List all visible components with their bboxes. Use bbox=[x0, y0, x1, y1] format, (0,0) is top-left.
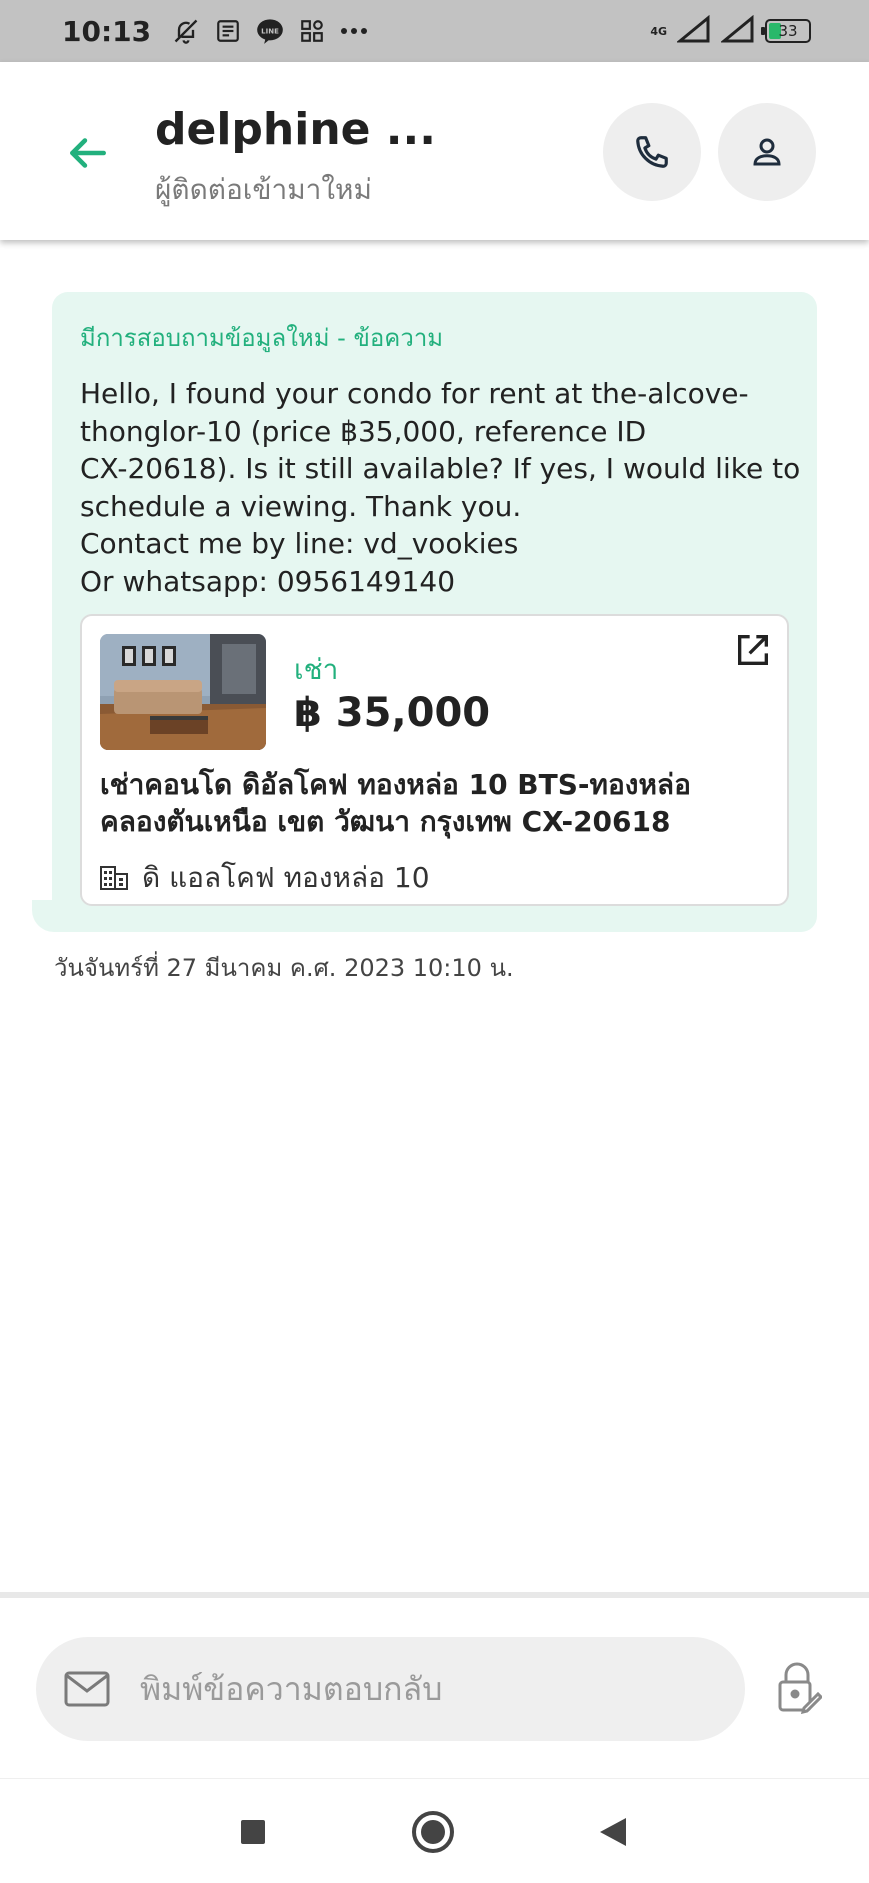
listing-project: ดิ แอลโคฟ ทองหล่อ 10 bbox=[100, 856, 430, 900]
lock-edit-button[interactable] bbox=[776, 1662, 824, 1715]
reply-input[interactable]: พิมพ์ข้อความตอบกลับ bbox=[36, 1637, 745, 1741]
listing-type: เช่า bbox=[294, 653, 339, 686]
message-timestamp: วันจันทร์ที่ 27 มีนาคม ค.ศ. 2023 10:10 น… bbox=[54, 954, 514, 982]
mail-icon bbox=[64, 1671, 110, 1707]
contact-name: delphine ... bbox=[155, 104, 436, 155]
status-bar-right: 4G 33 bbox=[650, 14, 811, 47]
more-icon bbox=[339, 16, 369, 46]
arrow-left-icon bbox=[70, 138, 106, 168]
reply-placeholder: พิมพ์ข้อความตอบกลับ bbox=[140, 1669, 443, 1708]
call-button[interactable] bbox=[603, 103, 701, 201]
signal-icon bbox=[675, 14, 711, 47]
line-icon: LINE bbox=[255, 16, 285, 46]
svg-text:LINE: LINE bbox=[261, 27, 279, 35]
home-circle-icon bbox=[412, 1811, 454, 1853]
message-text: Hello, I found your condo for rent at th… bbox=[80, 375, 801, 600]
person-icon bbox=[753, 138, 781, 166]
home-button[interactable] bbox=[410, 1809, 456, 1855]
network-type: 4G bbox=[650, 24, 667, 38]
battery-level: 33 bbox=[778, 22, 798, 40]
nav-back-button[interactable] bbox=[590, 1809, 636, 1855]
message-line: Or whatsapp: 0956149140 bbox=[80, 564, 456, 598]
status-bar-left: 10:13 LINE bbox=[62, 15, 369, 48]
status-bar: 10:13 LINE 4G 33 bbox=[0, 0, 869, 62]
profile-button[interactable] bbox=[718, 103, 816, 201]
message-line: schedule a viewing. Thank you. bbox=[80, 489, 522, 523]
message-line: Hello, I found your condo for rent at th… bbox=[80, 377, 749, 410]
triangle-back-icon bbox=[600, 1818, 626, 1846]
listing-title-line: คลองตันเหนือ เขต วัฒนา กรุงเทพ CX-20618 bbox=[100, 805, 671, 838]
listing-title: เช่าคอนโด ดิอัลโคฟ ทองหล่อ 10 BTS-ทองหล่… bbox=[100, 766, 780, 840]
external-link-icon bbox=[738, 635, 768, 665]
listing-price: ฿ 35,000 bbox=[294, 690, 491, 736]
contact-subtitle: ผู้ติดต่อเข้ามาใหม่ bbox=[155, 173, 372, 206]
battery-icon: 33 bbox=[761, 19, 811, 43]
message-line: CX-20618). Is it still available? If yes… bbox=[80, 452, 801, 485]
project-name: ดิ แอลโคฟ ทองหล่อ 10 bbox=[142, 861, 430, 894]
chat-header: delphine ... ผู้ติดต่อเข้ามาใหม่ bbox=[0, 62, 869, 240]
news-icon bbox=[213, 16, 243, 46]
apps-icon bbox=[297, 16, 327, 46]
square-icon bbox=[241, 1820, 265, 1844]
message-bubble: มีการสอบถามข้อมูลใหม่ - ข้อความ Hello, I… bbox=[52, 292, 817, 932]
open-external-button[interactable] bbox=[733, 630, 773, 670]
recent-apps-button[interactable] bbox=[230, 1809, 276, 1855]
listing-title-line: เช่าคอนโด ดิอัลโคฟ ทองหล่อ 10 BTS-ทองหล่… bbox=[100, 768, 691, 801]
listing-card[interactable]: เช่า ฿ 35,000 เช่าคอนโด ดิอัลโคฟ ทองหล่อ… bbox=[80, 614, 789, 906]
phone-icon bbox=[636, 136, 668, 168]
back-button[interactable] bbox=[62, 128, 112, 178]
system-nav-bar bbox=[0, 1778, 869, 1883]
inquiry-title: มีการสอบถามข้อมูลใหม่ - ข้อความ bbox=[80, 324, 444, 352]
bell-off-icon bbox=[171, 16, 201, 46]
status-time: 10:13 bbox=[62, 14, 152, 48]
signal-icon-2 bbox=[719, 14, 755, 47]
listing-thumbnail bbox=[100, 634, 266, 750]
building-icon bbox=[100, 866, 128, 890]
message-line: Contact me by line: vd_vookies bbox=[80, 527, 519, 560]
lock-edit-icon bbox=[778, 1662, 824, 1715]
message-line: thonglor-10 (price ฿35,000, reference ID bbox=[80, 414, 647, 448]
